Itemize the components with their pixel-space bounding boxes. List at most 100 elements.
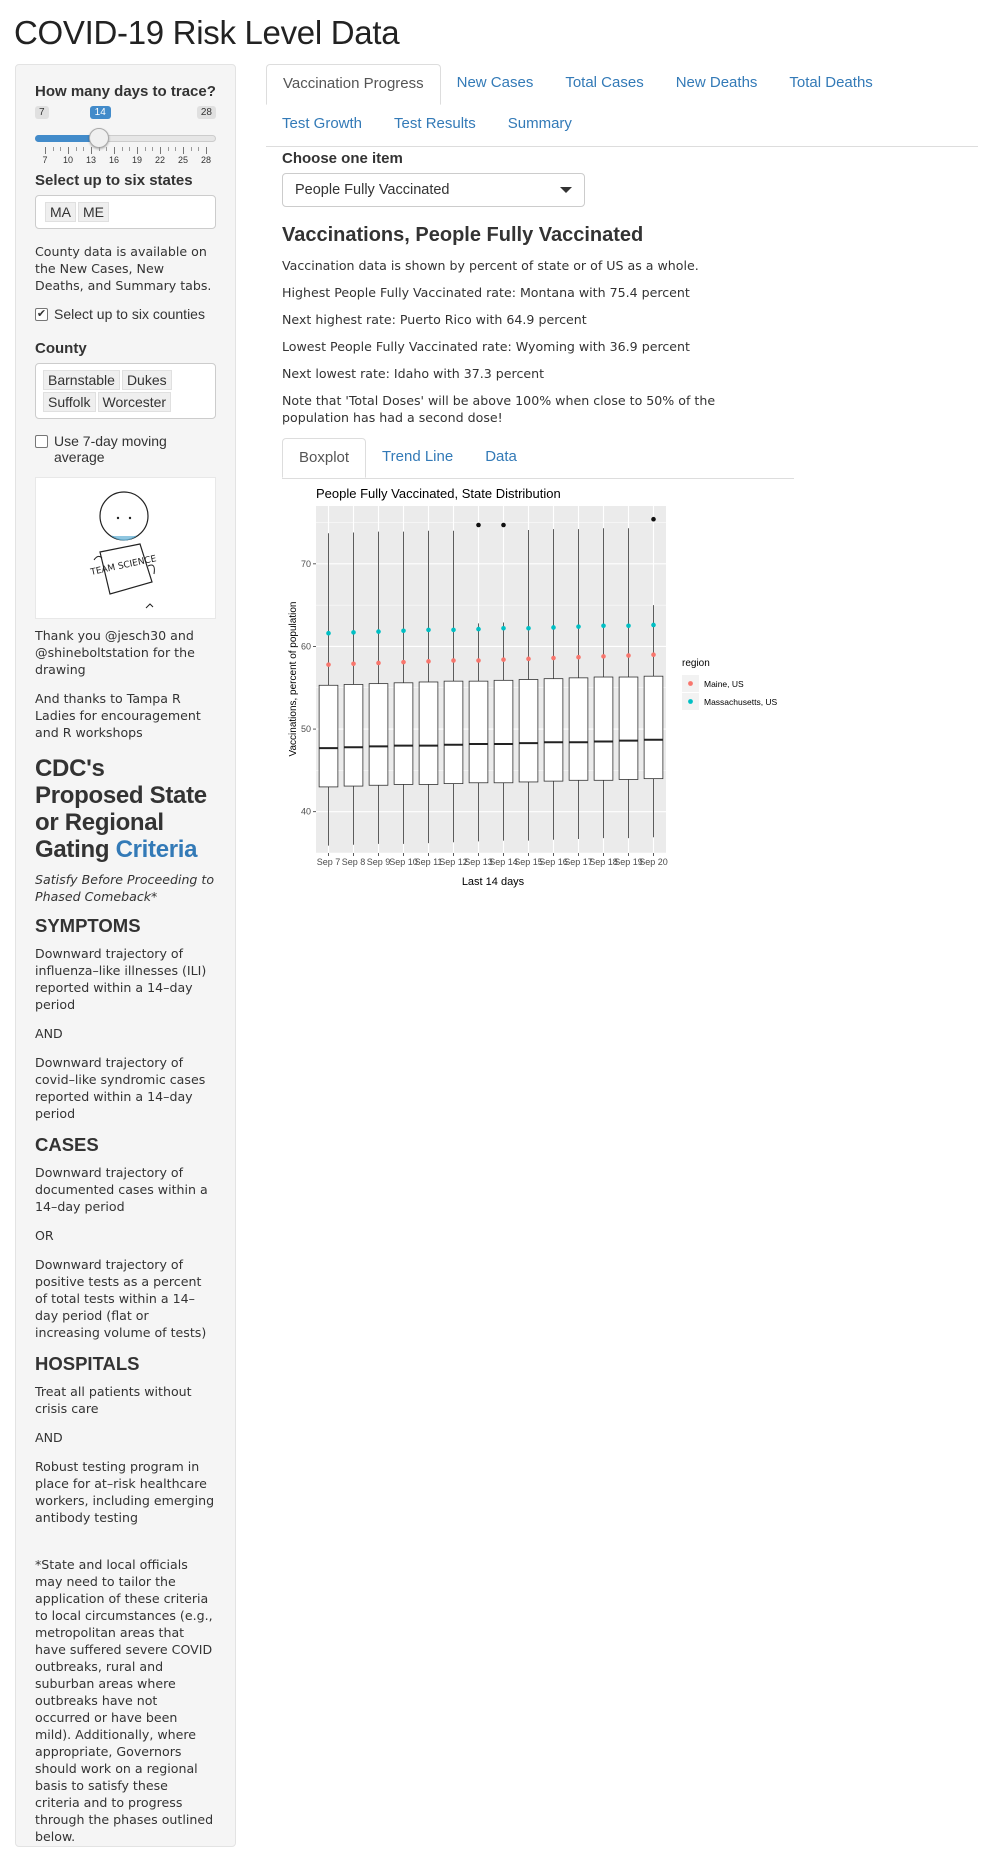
hospitals-criterion-2: Robust testing program in place for at–r… — [35, 1459, 215, 1525]
series-point — [576, 654, 581, 660]
county-chip[interactable]: Suffolk — [43, 392, 96, 412]
tab-total-deaths[interactable]: Total Deaths — [773, 64, 888, 105]
box-outlier — [501, 522, 506, 528]
moving-average-checkbox-row[interactable]: Use 7-day moving average — [35, 433, 216, 465]
tab-boxplot[interactable]: Boxplot — [282, 438, 367, 478]
series-point — [626, 623, 631, 629]
series-point — [326, 630, 331, 636]
slider-tick — [190, 147, 192, 151]
info-text: Vaccination data is shown by percent of … — [282, 258, 699, 273]
slider-min-label: 7 — [35, 106, 49, 119]
tab-trend-line[interactable]: Trend Line — [366, 438, 469, 478]
page-title: COVID-19 Risk Level Data — [14, 14, 400, 51]
series-point — [651, 652, 656, 658]
series-point — [476, 626, 481, 632]
series-point — [501, 625, 506, 631]
states-select[interactable]: MA ME — [35, 195, 216, 229]
chart-tabs: Boxplot Trend Line Data — [282, 438, 794, 479]
series-point — [401, 659, 406, 665]
legend-key-massachusetts — [688, 699, 693, 704]
six-counties-checkbox-row[interactable]: ✔ Select up to six counties — [35, 306, 216, 322]
tab-test-results[interactable]: Test Results — [378, 105, 492, 146]
slider-tick-label: 7 — [42, 155, 48, 165]
county-chip[interactable]: Worcester — [97, 392, 172, 412]
legend: region Maine, US Massachusetts, US — [682, 658, 778, 710]
criteria-link[interactable]: Criteria — [116, 836, 198, 863]
county-chip[interactable]: Barnstable — [43, 370, 120, 390]
cases-criterion-1: Downward trajectory of documented cases … — [35, 1165, 208, 1214]
y-axis-label: Vaccinations, percent of population — [288, 602, 299, 757]
box-iqr — [343, 684, 364, 787]
legend-label-massachusetts: Massachusetts, US — [704, 697, 778, 707]
cases-heading: CASES — [35, 1134, 99, 1155]
slider-tick — [144, 147, 146, 151]
x-tick-label: Sep 7 — [317, 857, 341, 867]
state-chip[interactable]: MA — [45, 202, 76, 222]
slider-tick — [152, 147, 154, 151]
series-point — [651, 622, 656, 628]
or-text: OR — [35, 1228, 54, 1243]
tab-new-deaths[interactable]: New Deaths — [660, 64, 774, 105]
box-iqr — [568, 677, 589, 781]
series-point — [526, 625, 531, 631]
series-point — [376, 660, 381, 666]
box-iqr — [543, 678, 564, 782]
series-point — [576, 624, 581, 629]
days-label: How many days to trace? — [35, 83, 216, 100]
tab-data[interactable]: Data — [469, 438, 533, 478]
team-science-illustration: TEAM SCIENCE — [89, 491, 158, 609]
series-point — [426, 659, 431, 664]
series-point — [376, 629, 381, 634]
box-iqr — [318, 684, 339, 788]
boxplot-svg: People Fully Vaccinated, State Distribut… — [288, 486, 778, 888]
tab-summary[interactable]: Summary — [492, 105, 588, 146]
slider-tick — [175, 147, 177, 151]
symptoms-criterion-2: Downward trajectory of covid–like syndro… — [35, 1055, 206, 1121]
plot-panel — [316, 506, 666, 853]
series-point — [501, 657, 506, 662]
hospitals-criterion-1: Treat all patients without crisis care — [35, 1384, 192, 1416]
sidebar: How many days to trace? 7 14 28 7 10 13 16 1… — [15, 64, 236, 1847]
slider-tick — [68, 147, 69, 154]
y-tick-label: 60 — [301, 641, 311, 651]
x-tick-label: Sep 20 — [639, 857, 668, 867]
footnote: *State and local officials may need to t… — [35, 1557, 214, 1844]
days-slider[interactable]: 7 14 28 7 10 13 16 19 22 25 28 — [35, 104, 216, 165]
box-iqr — [618, 676, 639, 780]
slider-ticks — [45, 147, 207, 154]
slider-tick — [160, 147, 161, 154]
series-point — [601, 654, 606, 659]
cdc-subtitle: Satisfy Before Proceeding to Phased Come… — [35, 872, 215, 904]
slider-tick — [167, 147, 169, 151]
legend-key-maine — [688, 681, 693, 686]
slider-tick-label: 19 — [131, 155, 143, 165]
county-chip[interactable]: Dukes — [121, 370, 172, 390]
cases-criterion-2: Downward trajectory of positive tests as… — [35, 1257, 207, 1340]
y-axis: 40 50 60 70 — [301, 559, 316, 817]
county-note: County data is available on the New Case… — [35, 244, 212, 293]
box-iqr — [368, 683, 389, 786]
county-select[interactable]: Barnstable Dukes Suffolk Worcester — [35, 363, 216, 419]
tab-test-growth[interactable]: Test Growth — [266, 105, 378, 146]
main-tabs: Vaccination Progress New Cases Total Cas… — [266, 64, 978, 147]
series-point — [401, 628, 406, 634]
box-outlier — [476, 522, 481, 528]
slider-tick — [98, 147, 100, 151]
series-point — [426, 627, 431, 633]
slider-tick-label: 25 — [177, 155, 189, 165]
lowest-rate-text: Lowest People Fully Vaccinated rate: Wyo… — [282, 339, 690, 354]
state-chip[interactable]: ME — [78, 202, 109, 222]
chart-title: People Fully Vaccinated, State Distribut… — [316, 486, 561, 501]
checkbox-unchecked[interactable] — [35, 435, 48, 448]
tab-vaccination-progress[interactable]: Vaccination Progress — [266, 64, 441, 105]
team-science-drawing: TEAM SCIENCE — [35, 477, 216, 619]
x-tick-label: Sep 8 — [342, 857, 366, 867]
series-point — [601, 623, 606, 629]
slider-tick — [129, 147, 131, 151]
slider-handle[interactable] — [88, 128, 109, 148]
checkbox-checked[interactable]: ✔ — [35, 308, 48, 321]
item-select[interactable]: People Fully Vaccinated — [282, 173, 585, 207]
tab-total-cases[interactable]: Total Cases — [549, 64, 659, 105]
thanks-drawing: Thank you @jesch30 and @shineboltstation… — [35, 628, 195, 677]
tab-new-cases[interactable]: New Cases — [441, 64, 550, 105]
